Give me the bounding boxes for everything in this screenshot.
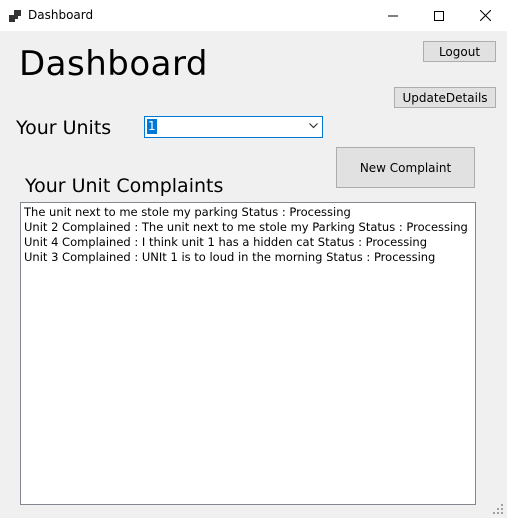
list-item[interactable]: Unit 4 Complained : I think unit 1 has a…	[24, 235, 472, 250]
maximize-button[interactable]	[416, 0, 462, 31]
app-window-icon	[9, 10, 21, 22]
new-complaint-button[interactable]: New Complaint	[336, 147, 475, 188]
chevron-down-icon	[309, 123, 318, 129]
complaints-listbox[interactable]: The unit next to me stole my parking Sta…	[20, 202, 476, 505]
resize-grip-icon[interactable]	[492, 503, 504, 515]
units-dropdown[interactable]: 1	[144, 116, 323, 138]
maximize-icon	[434, 10, 444, 21]
list-item[interactable]: Unit 3 Complained : UNIt 1 is to loud in…	[24, 250, 472, 265]
update-details-button[interactable]: UpdateDetails	[394, 87, 496, 108]
close-button[interactable]	[462, 0, 507, 31]
close-icon	[479, 10, 491, 21]
minimize-button[interactable]	[370, 0, 416, 31]
list-item[interactable]: Unit 2 Complained : The unit next to me …	[24, 220, 472, 235]
window-title: Dashboard	[28, 8, 94, 22]
logout-button[interactable]: Logout	[423, 41, 496, 62]
list-item[interactable]: The unit next to me stole my parking Sta…	[24, 205, 472, 220]
page-title: Dashboard	[19, 44, 208, 84]
units-selected-value: 1	[147, 119, 157, 134]
minimize-icon	[388, 15, 398, 16]
title-bar[interactable]: Dashboard	[0, 0, 507, 31]
complaints-label: Your Unit Complaints	[25, 175, 224, 197]
units-label: Your Units	[16, 117, 112, 139]
